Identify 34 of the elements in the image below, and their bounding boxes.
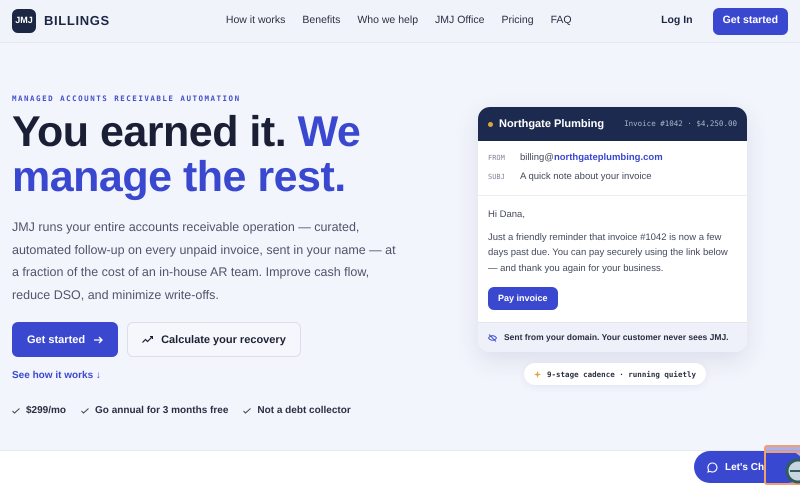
message-text: Just a friendly reminder that invoice #1042 is now a few days past due. You can pay securely using the link below — and thank you again for your business. <box>488 230 729 276</box>
feature-text: $299/mo <box>26 404 66 418</box>
magnifier-window-icon <box>764 445 800 488</box>
subject-text: A quick note about your invoice <box>520 170 652 184</box>
calculate-recovery-button[interactable]: Calculate your recovery <box>127 322 301 358</box>
eye-off-icon <box>488 334 497 342</box>
feature-text: Not a debt collector <box>257 404 351 418</box>
company-name: Northgate Plumbing <box>499 116 604 132</box>
see-how-it-works-link[interactable]: See how it works ↓ <box>12 368 101 384</box>
headline: You earned it. We manage the rest. <box>12 110 362 200</box>
nav-link[interactable]: Who we help <box>357 13 418 29</box>
hero-description: JMJ runs your entire accounts receivable operation — curated, automated follow-up on every unpaid invoice, sent in your name — at a fraction of the cost of an in-house AR team. Improve cash flow, reduce DSO, and minimize write-offs. <box>12 219 397 304</box>
nav-link[interactable]: Pricing <box>501 13 534 29</box>
nav-link[interactable]: Benefits <box>302 13 340 29</box>
chat-bubble-icon <box>707 462 718 472</box>
feature-text: Go annual for 3 months free <box>95 404 228 418</box>
login-link[interactable]: Log In <box>661 13 693 29</box>
trend-up-icon <box>142 336 154 344</box>
logo-mark[interactable]: JMJ <box>12 9 36 33</box>
arrow-right-icon <box>93 334 104 345</box>
check-icon <box>81 408 90 414</box>
sender-address: billing@northgateplumbing.com <box>520 151 663 165</box>
check-icon <box>243 408 252 414</box>
pay-invoice-button[interactable]: Pay invoice <box>488 287 558 310</box>
get-started-button[interactable]: Get started <box>12 322 118 358</box>
nav-link[interactable]: JMJ Office <box>435 13 484 29</box>
nav-link[interactable]: How it works <box>226 13 286 29</box>
brand-name[interactable]: BILLINGS <box>44 11 110 31</box>
check-icon <box>12 408 20 414</box>
get-started-button[interactable]: Get started <box>712 8 788 34</box>
greeting-text: Hi Dana, <box>488 208 526 222</box>
footer-note: Sent from your domain. Your customer never sees JMJ. <box>504 331 729 344</box>
nav-link[interactable]: FAQ <box>550 13 572 29</box>
sparkle-icon <box>534 370 541 378</box>
